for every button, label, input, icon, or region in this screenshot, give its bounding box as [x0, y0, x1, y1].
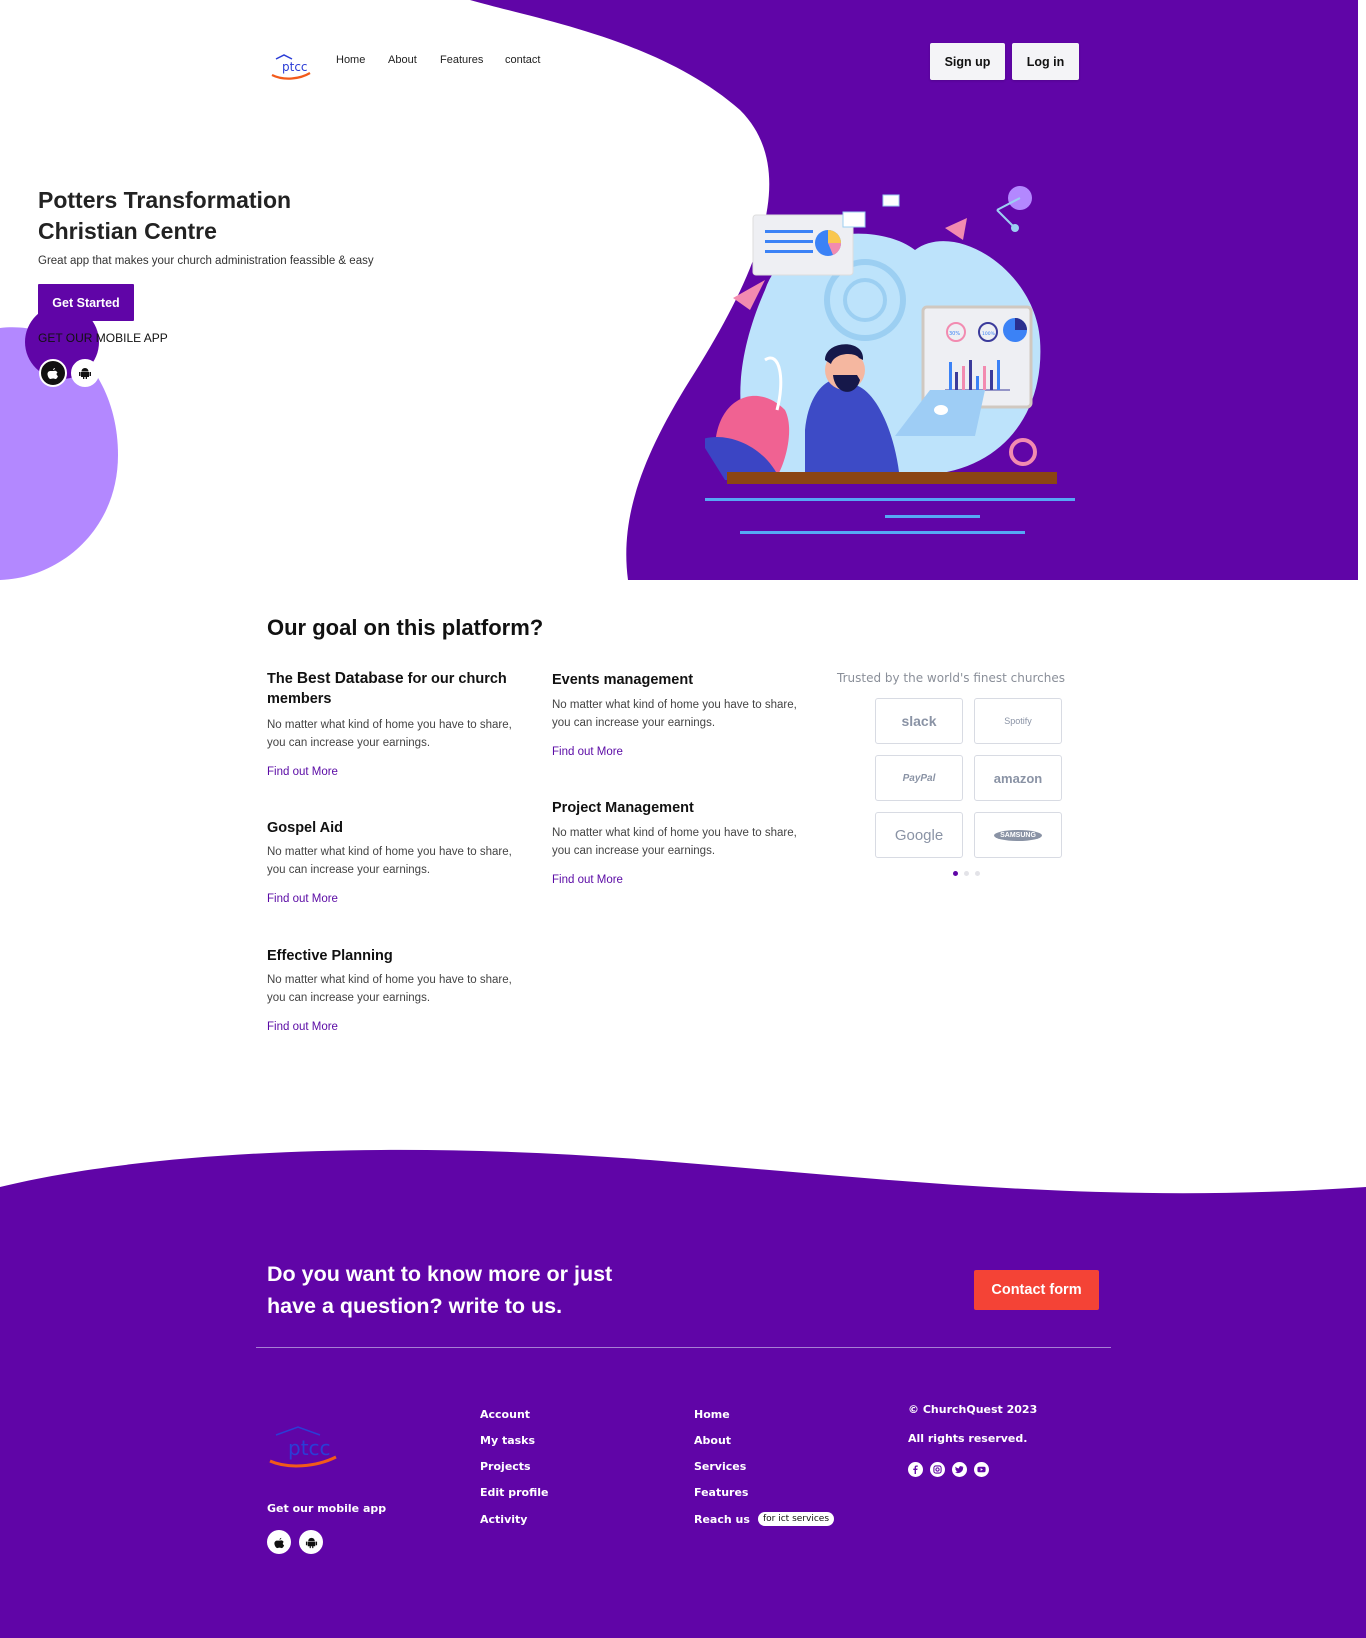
- footer-rights: All rights reserved.: [908, 1432, 1028, 1445]
- goals-heading: Our goal on this platform?: [267, 615, 544, 640]
- nav-home-link[interactable]: Home: [336, 54, 365, 66]
- goal-text-events: No matter what kind of home you have to …: [552, 699, 797, 729]
- illustration-percent-1: 30%: [949, 331, 960, 337]
- footer-link-features[interactable]: Features: [694, 1486, 748, 1499]
- hero-background: [0, 0, 1366, 580]
- google-logo-text: Google: [894, 826, 944, 844]
- footer-link-edit-profile[interactable]: Edit profile: [480, 1486, 549, 1499]
- footer-link-about[interactable]: About: [694, 1434, 731, 1447]
- paypal-logo-text: PayPal: [902, 772, 936, 784]
- cta-text-line2: have a question? write to us.: [267, 1294, 563, 1318]
- goal-title-events: Events management: [552, 672, 694, 688]
- get-started-button[interactable]: Get Started: [38, 284, 134, 321]
- footer-link-account[interactable]: Account: [480, 1408, 530, 1421]
- footer-android-icon[interactable]: [299, 1530, 323, 1554]
- hero-title-line1: Potters Transformation: [38, 187, 292, 213]
- goal-link-database[interactable]: Find out More: [267, 766, 338, 778]
- hero-subtitle: Great app that makes your church adminis…: [38, 255, 374, 267]
- nav-logo-text: ptcc: [282, 60, 308, 74]
- hero-illustration: 30% 100%: [705, 186, 1075, 534]
- samsung-logo: SAMSUNG: [974, 812, 1062, 858]
- footer-background: [0, 1149, 1366, 1638]
- facebook-icon[interactable]: [908, 1462, 923, 1477]
- goal-title-database-bold: Best Database: [296, 670, 404, 687]
- goal-text-database: No matter what kind of home you have to …: [267, 719, 512, 749]
- slack-logo-text: slack: [901, 713, 937, 729]
- hero-title-line2: Christian Centre: [38, 218, 217, 244]
- goal-title-projects: Project Management: [552, 800, 694, 816]
- goal-title-database: The Best Database for our church members: [267, 669, 537, 709]
- carousel-dot-active[interactable]: [953, 871, 958, 876]
- goal-link-gospel[interactable]: Find out More: [267, 893, 338, 905]
- footer-mobile-label: Get our mobile app: [267, 1502, 387, 1515]
- footer-link-my-tasks[interactable]: My tasks: [480, 1434, 535, 1447]
- goal-link-planning[interactable]: Find out More: [267, 1021, 338, 1033]
- amazon-logo-text: amazon: [993, 770, 1043, 786]
- footer-link-home[interactable]: Home: [694, 1408, 730, 1421]
- footer-logo[interactable]: ptcc: [268, 1425, 342, 1473]
- footer-link-projects[interactable]: Projects: [480, 1460, 531, 1473]
- nav-contact-link[interactable]: contact: [505, 54, 540, 66]
- footer-link-activity[interactable]: Activity: [480, 1513, 527, 1526]
- footer-link-services[interactable]: Services: [694, 1460, 746, 1473]
- footer-apple-icon[interactable]: [267, 1530, 291, 1554]
- paypal-logo: PayPal: [875, 755, 963, 801]
- goal-link-events[interactable]: Find out More: [552, 746, 623, 758]
- google-logo: Google: [875, 812, 963, 858]
- footer-copyright: © ChurchQuest 2023: [908, 1403, 1038, 1416]
- twitter-icon[interactable]: [952, 1462, 967, 1477]
- hero-title: Potters Transformation Christian Centre: [38, 185, 398, 247]
- goal-title-gospel: Gospel Aid: [267, 820, 343, 836]
- reach-us-badge: for ict services: [758, 1512, 835, 1526]
- cta-text-line1: Do you want to know more or just: [267, 1262, 613, 1286]
- footer-divider: [256, 1347, 1111, 1348]
- cta-text: Do you want to know more or just have a …: [267, 1258, 612, 1322]
- spotify-logo: Spotify: [974, 698, 1062, 744]
- footer-link-reach-us[interactable]: Reach us: [694, 1513, 750, 1526]
- android-icon[interactable]: [71, 359, 99, 387]
- trusted-heading: Trusted by the world's finest churches: [837, 671, 1065, 685]
- mobile-app-label: GET OUR MOBILE APP: [38, 331, 168, 345]
- amazon-logo: amazon: [974, 755, 1062, 801]
- apple-icon[interactable]: [39, 359, 67, 387]
- goal-text-gospel: No matter what kind of home you have to …: [267, 846, 512, 876]
- instagram-icon[interactable]: [930, 1462, 945, 1477]
- nav-features-link[interactable]: Features: [440, 54, 483, 66]
- login-button[interactable]: Log in: [1012, 43, 1079, 80]
- goal-title-database-pre: The: [267, 671, 297, 687]
- carousel-dot[interactable]: [964, 871, 969, 876]
- samsung-logo-text: SAMSUNG: [994, 829, 1042, 841]
- slack-logo: slack: [875, 698, 963, 744]
- goal-text-projects: No matter what kind of home you have to …: [552, 827, 797, 857]
- signup-button[interactable]: Sign up: [930, 43, 1005, 80]
- goal-link-projects[interactable]: Find out More: [552, 874, 623, 886]
- goal-title-planning: Effective Planning: [267, 948, 393, 964]
- contact-form-button[interactable]: Contact form: [974, 1270, 1099, 1310]
- nav-about-link[interactable]: About: [388, 54, 417, 66]
- youtube-icon[interactable]: [974, 1462, 989, 1477]
- goal-text-planning: No matter what kind of home you have to …: [267, 974, 512, 1004]
- spotify-logo-text: Spotify: [1004, 716, 1032, 726]
- nav-logo[interactable]: ptcc: [270, 53, 314, 83]
- carousel-dot[interactable]: [975, 871, 980, 876]
- illustration-percent-2: 100%: [982, 331, 996, 337]
- footer-logo-text: ptcc: [288, 1436, 331, 1460]
